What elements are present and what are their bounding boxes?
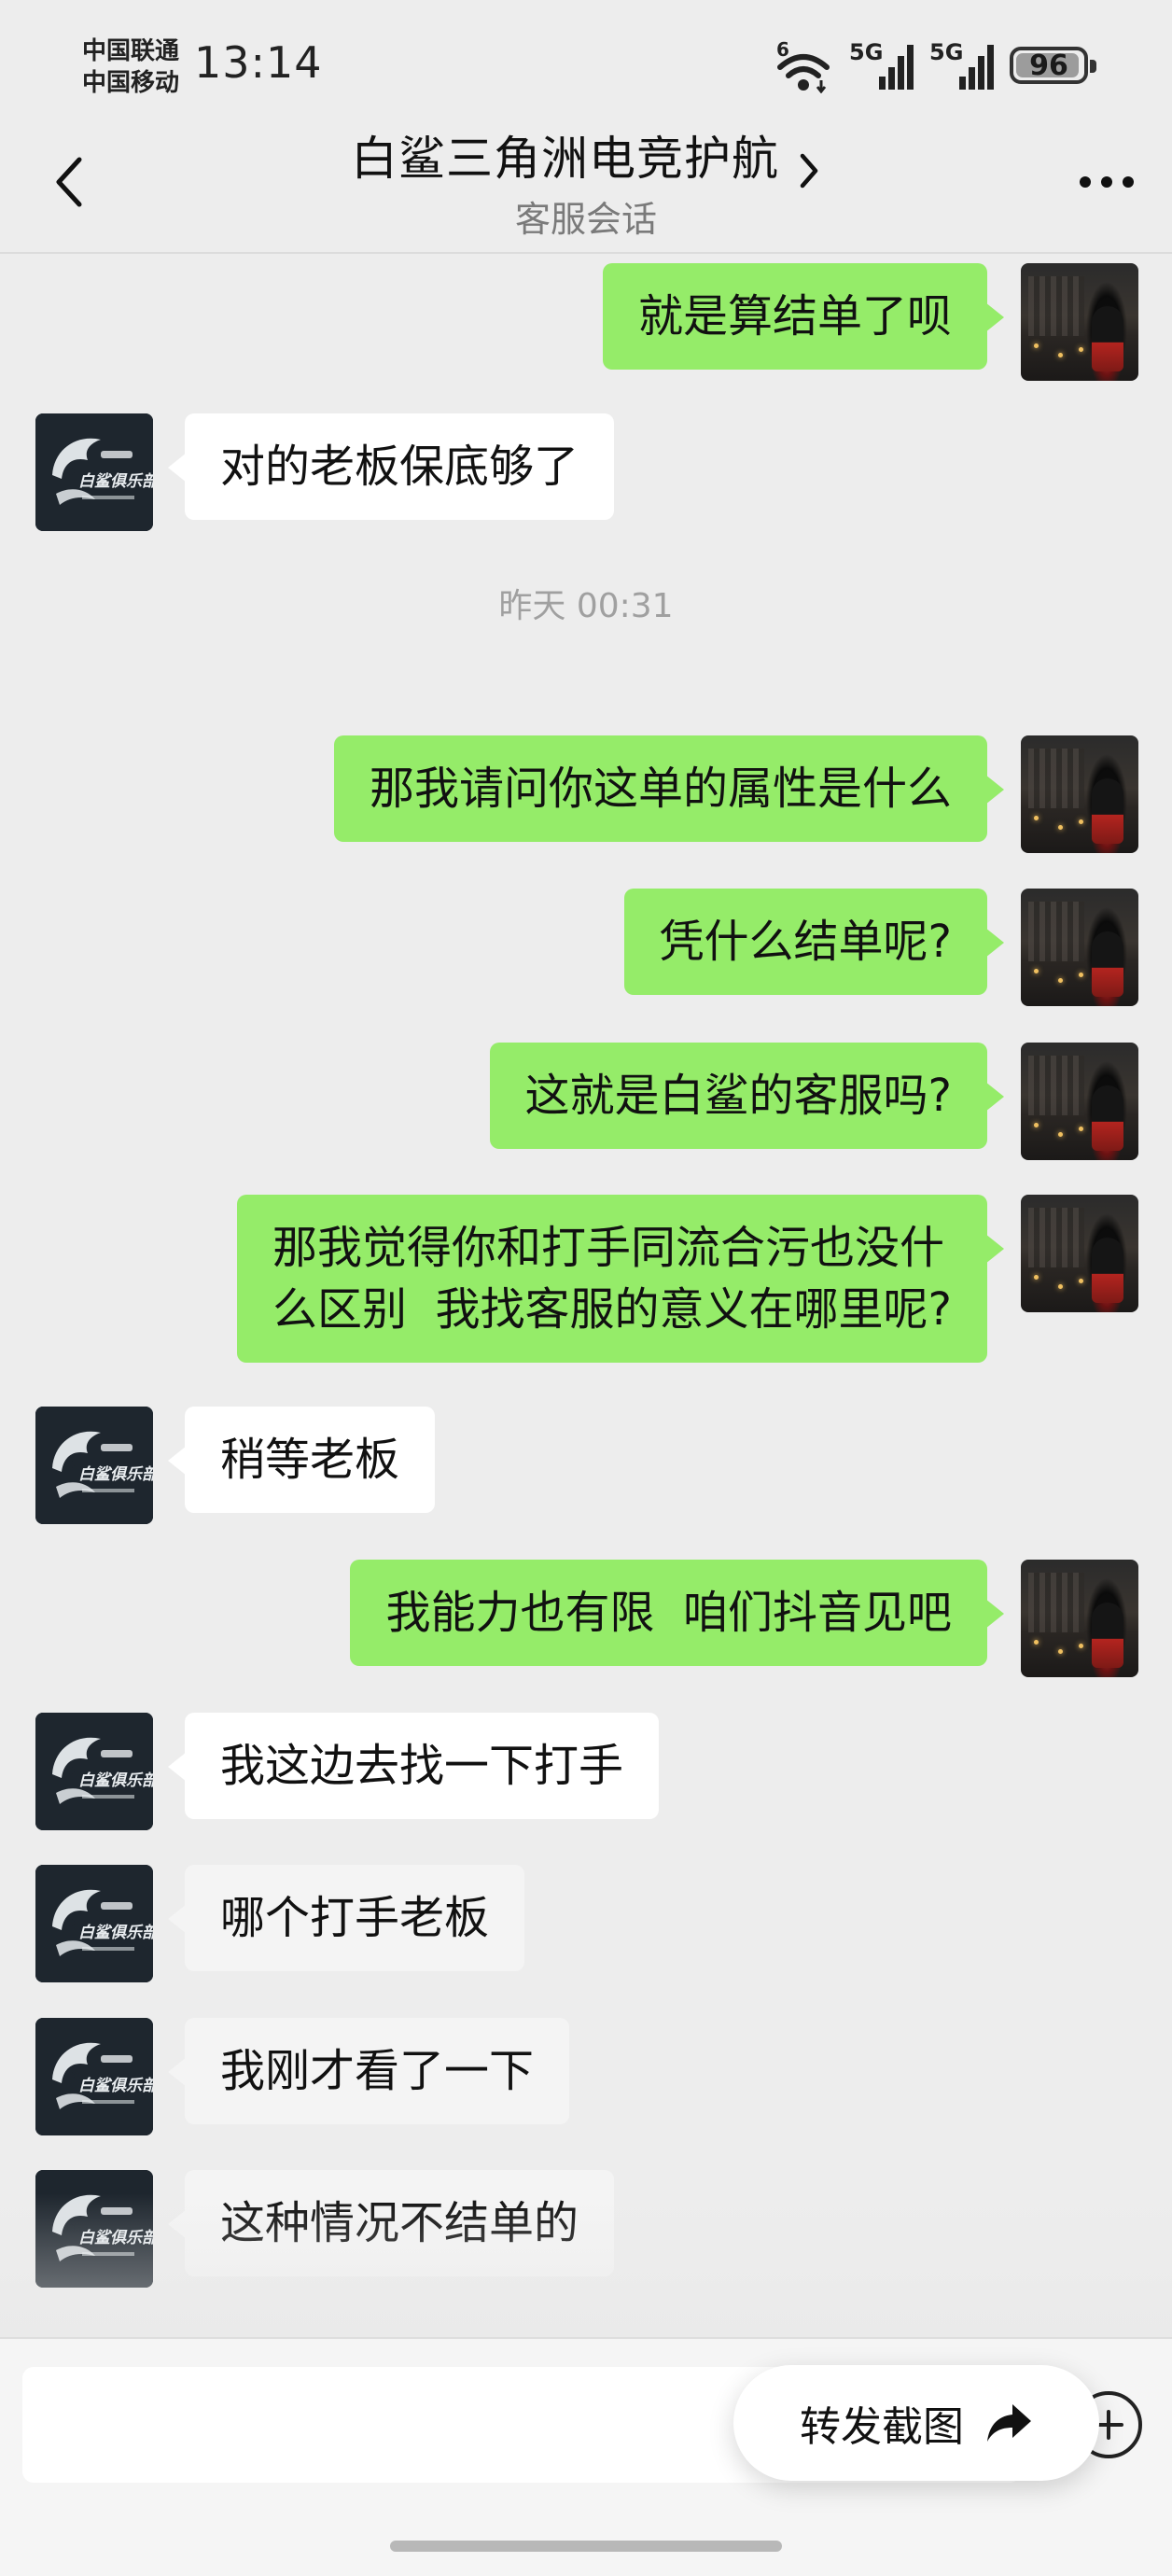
home-indicator[interactable] <box>390 2541 782 2552</box>
message-bubble[interactable]: 哪个打手老板 <box>167 1865 525 1971</box>
svg-text:白鲨俱乐部: 白鲨俱乐部 <box>78 2077 153 2095</box>
chat-subtitle: 客服会话 <box>514 199 657 240</box>
chat-title: 白鲨三角洲电竞护航 <box>350 132 779 186</box>
message-bubble[interactable]: 对的老板保底够了 <box>167 413 615 520</box>
message-bubble[interactable]: 我这边去找一下打手 <box>167 1713 660 1819</box>
share-arrow-icon <box>987 2404 1031 2442</box>
status-icons: 6 5G 5G 96 <box>773 37 1096 93</box>
service-avatar[interactable]: 白鲨俱乐部 <box>35 2018 153 2135</box>
user-avatar[interactable] <box>1021 735 1138 853</box>
message-bubble[interactable]: 凭什么结单呢? <box>623 889 1005 995</box>
forward-screenshot-label: 转发截图 <box>800 2403 964 2451</box>
battery-icon: 96 <box>1010 47 1096 84</box>
message-bubble[interactable]: 稍等老板 <box>167 1407 436 1513</box>
svg-text:白鲨俱乐部: 白鲨俱乐部 <box>78 1465 153 1484</box>
message-bubble[interactable]: 那我觉得你和打手同流合污也没什 么区别 我找客服的意义在哪里呢? <box>237 1195 1004 1363</box>
carrier-1: 中国联通 <box>82 37 180 65</box>
status-bar: 中国联通 中国移动 13:14 6 5G 5G 96 <box>0 0 1172 131</box>
message-bubble[interactable]: 我刚才看了一下 <box>167 2018 570 2124</box>
signal-icon-2: 5G <box>929 39 994 90</box>
service-avatar[interactable]: 白鲨俱乐部 <box>35 1407 153 1524</box>
message-bubble[interactable]: 这就是白鲨的客服吗? <box>489 1043 1005 1149</box>
service-avatar[interactable]: 白鲨俱乐部 <box>35 413 153 531</box>
battery-level: 96 <box>1029 49 1068 82</box>
svg-text:5G: 5G <box>849 39 883 65</box>
forward-screenshot-button[interactable]: 转发截图 <box>733 2365 1099 2481</box>
svg-text:6: 6 <box>776 38 789 61</box>
svg-text:白鲨俱乐部: 白鲨俱乐部 <box>78 2229 153 2247</box>
chat-header: 白鲨三角洲电竞护航 客服会话 <box>0 112 1172 252</box>
service-avatar[interactable]: 白鲨俱乐部 <box>35 1865 153 1982</box>
timestamp: 昨天 00:31 <box>498 587 674 625</box>
service-avatar[interactable]: 白鲨俱乐部 <box>35 1713 153 1830</box>
message-list[interactable]: 就是算结单了呗 白鲨俱乐部 对的老板保底够了 昨天 00:31 那我请问你这单的属性是什… <box>0 254 1172 2337</box>
user-avatar[interactable] <box>1021 1043 1138 1160</box>
svg-text:白鲨俱乐部: 白鲨俱乐部 <box>78 1771 153 1790</box>
message-bubble[interactable]: 那我请问你这单的属性是什么 <box>333 735 1005 842</box>
wifi-icon: 6 <box>776 38 830 93</box>
svg-text:白鲨俱乐部: 白鲨俱乐部 <box>78 472 153 491</box>
user-avatar[interactable] <box>1021 1195 1138 1312</box>
message-bubble[interactable]: 我能力也有限 咱们抖音见吧 <box>350 1560 1004 1666</box>
message-bubble[interactable]: 这种情况不结单的 <box>167 2170 615 2276</box>
user-avatar[interactable] <box>1021 263 1138 381</box>
status-time: 13:14 <box>194 37 323 88</box>
user-avatar[interactable] <box>1021 1560 1138 1677</box>
battery-tip <box>1090 60 1096 73</box>
message-bubble[interactable]: 就是算结单了呗 <box>602 263 1005 370</box>
signal-icon-1: 5G <box>849 39 914 90</box>
svg-text:白鲨俱乐部: 白鲨俱乐部 <box>78 1924 153 1942</box>
chevron-right-icon <box>800 153 818 188</box>
user-avatar[interactable] <box>1021 889 1138 1006</box>
svg-text:5G: 5G <box>929 39 963 65</box>
title-row[interactable]: 白鲨三角洲电竞护航 <box>0 121 1172 191</box>
chat-screen: 中国联通 中国移动 13:14 6 5G 5G 96 白鲨三角洲电竞护航 客服会… <box>0 0 1172 2576</box>
carrier-names: 中国联通 中国移动 <box>82 35 179 99</box>
more-options-button[interactable] <box>1069 149 1144 215</box>
more-dots-icon <box>1080 176 1134 188</box>
service-avatar[interactable]: 白鲨俱乐部 <box>35 2170 153 2288</box>
carrier-2: 中国移动 <box>82 69 180 97</box>
